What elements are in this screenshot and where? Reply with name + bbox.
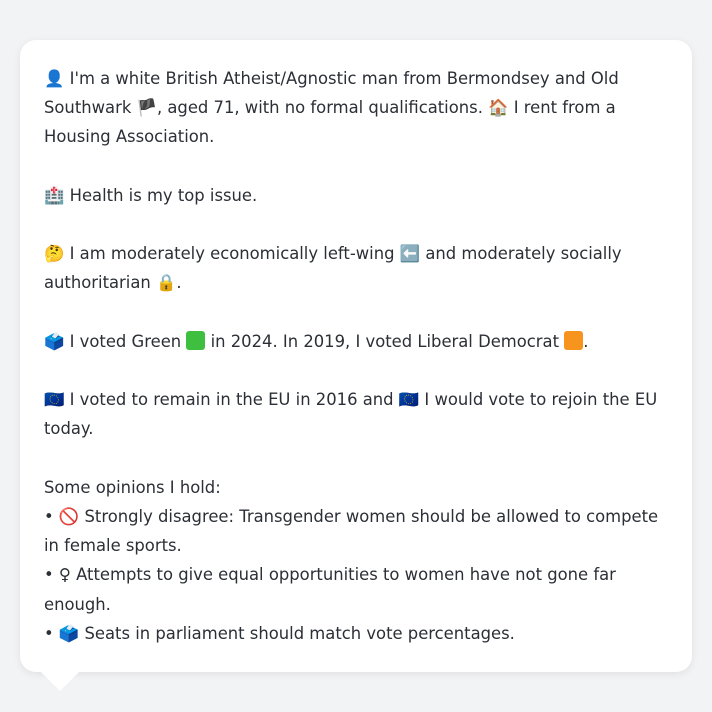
economic-paragraph: 🤔 I am moderately economically left-wing… [44,239,668,297]
economic-text-3: . [176,273,182,293]
eu-flag-icon: 🇪🇺 [44,390,65,410]
ballot-box-icon: 🗳️ [58,623,80,643]
bullet: • [44,506,59,526]
speech-bubble-tail [40,671,80,691]
bullet: • [44,623,59,643]
orange-square-icon [564,330,584,350]
intro-text-2: , aged 71, with no formal qualifications… [156,98,489,118]
health-paragraph: 🏥 Health is my top issue. [44,181,668,210]
persona-card: 👤 I'm a white British Atheist/Agnostic m… [20,40,692,672]
vote-text-3: . [583,331,589,351]
left-arrow-icon: ⬅️ [399,244,421,264]
health-text: Health is my top issue. [64,185,258,205]
ballot-box-icon: 🗳️ [44,331,65,351]
lock-icon: 🔒 [155,273,177,293]
person-icon: 👤 [44,69,65,88]
opinion-item: • 🗳️ Seats in parliament should match vo… [44,619,668,648]
vote-paragraph: 🗳️ I voted Green in 2024. In 2019, I vot… [44,327,668,356]
opinion-item: • ♀ Attempts to give equal opportunities… [44,560,668,618]
eu-paragraph: 🇪🇺 I voted to remain in the EU in 2016 a… [44,385,668,443]
intro-paragraph: 👤 I'm a white British Atheist/Agnostic m… [44,64,668,152]
opinion-text: Seats in parliament should match vote pe… [79,623,515,643]
thinking-face-icon: 🤔 [44,244,65,264]
female-sign-icon: ♀ [58,565,71,585]
green-square-icon [186,330,206,350]
opinion-item: • 🚫 Strongly disagree: Transgender women… [44,502,668,560]
prohibited-icon: 🚫 [58,506,80,526]
bullet: • [44,565,59,585]
england-flag-icon: 🏴 [136,98,157,118]
hospital-icon: 🏥 [44,185,65,205]
eu-flag-icon: 🇪🇺 [398,390,420,410]
opinions-section: Some opinions I hold: • 🚫 Strongly disag… [44,473,668,648]
opinion-text: Strongly disagree: Transgender women sho… [44,506,659,556]
house-icon: 🏠 [488,98,509,118]
opinions-heading: Some opinions I hold: [44,477,221,497]
vote-text-1: I voted Green [64,331,187,351]
opinion-text: Attempts to give equal opportunities to … [44,565,616,614]
eu-text-1: I voted to remain in the EU in 2016 and [64,390,399,410]
vote-text-2: in 2024. In 2019, I voted Liberal Democr… [205,331,565,351]
economic-text-1: I am moderately economically left-wing [64,244,400,264]
